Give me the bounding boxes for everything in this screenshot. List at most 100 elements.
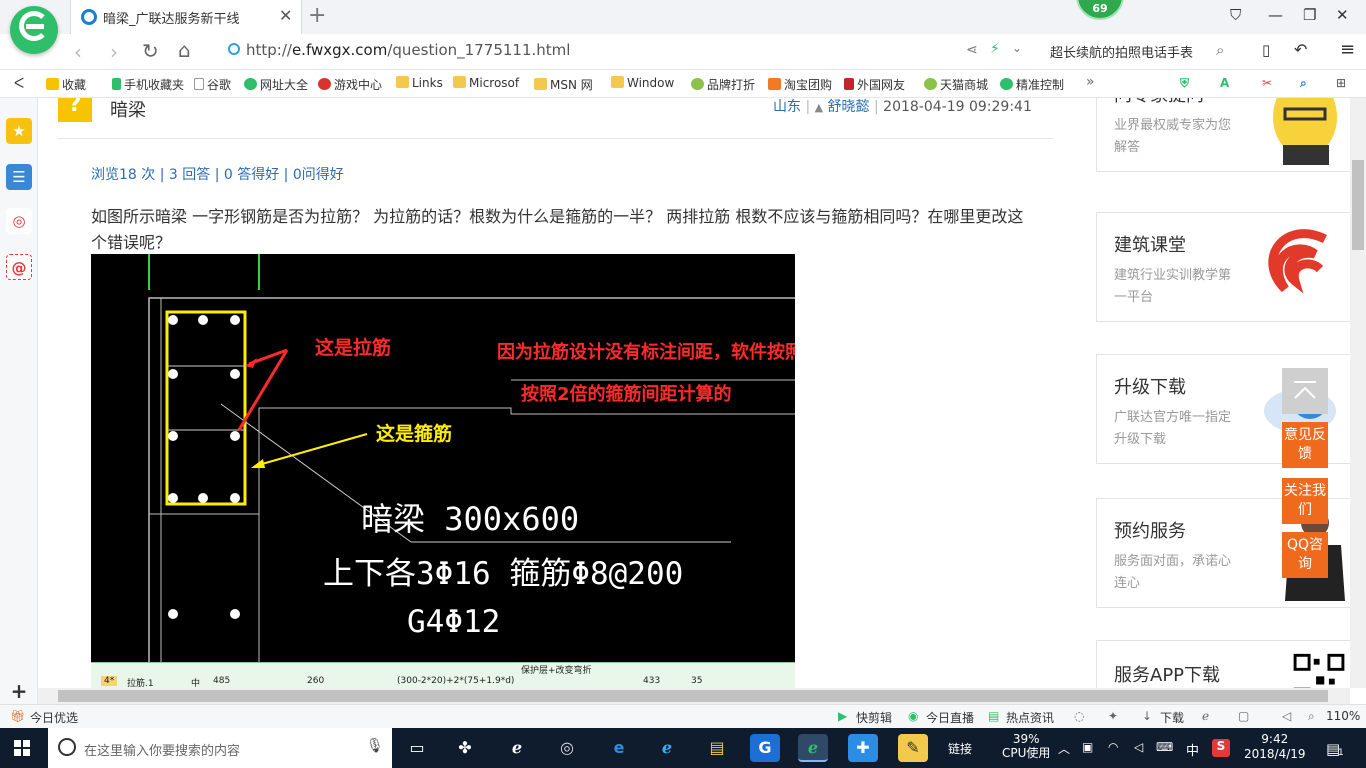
favorite-item[interactable]: 谷歌 — [194, 76, 231, 93]
url-field[interactable]: http://e.fwxgx.com/question_1775111.html — [246, 41, 570, 59]
minimize-icon[interactable]: — — [1268, 6, 1283, 24]
vertical-scrollbar-thumb[interactable] — [1352, 160, 1364, 250]
phone-icon[interactable]: ▯ — [1262, 41, 1270, 59]
status-news[interactable]: 热点资讯 — [1006, 709, 1054, 726]
favorite-item[interactable]: Links — [396, 76, 443, 90]
apps-icon[interactable]: ⊞ — [1336, 76, 1346, 90]
feedback-button[interactable]: 意见反馈 — [1282, 422, 1328, 468]
chevron-down-icon[interactable]: ⌄ — [1012, 41, 1022, 55]
favorite-item[interactable]: 外国网友 — [844, 76, 905, 93]
tool-icon[interactable]: ✦ — [1108, 709, 1118, 723]
volume-icon[interactable]: ◁ — [1282, 709, 1291, 723]
task-view-icon[interactable]: ▭ — [402, 734, 432, 762]
translate-icon[interactable]: A — [1220, 76, 1229, 90]
wifi-icon[interactable]: ◠ — [1108, 740, 1118, 754]
favorite-item[interactable]: 网址大全 — [244, 76, 308, 93]
mail-icon[interactable]: @ — [6, 254, 32, 280]
taskbar-search-input[interactable]: 在这里输入你要搜索的内容 🎙︎ — [48, 728, 392, 768]
zoom-level[interactable]: 110% — [1326, 709, 1360, 723]
refresh-icon[interactable]: ↻ — [142, 39, 159, 63]
status-daily-picks[interactable]: 今日优选 — [30, 709, 78, 726]
tray-expand-icon[interactable]: ︿ — [1058, 740, 1070, 757]
edge-icon[interactable]: e — [604, 734, 634, 762]
share-icon[interactable]: ⋖ — [966, 42, 978, 58]
glodon-app-icon[interactable]: G — [750, 734, 780, 762]
speed-icon[interactable]: ⚡ — [990, 41, 1000, 57]
card-title: 预约服务 — [1114, 521, 1186, 542]
favorite-item[interactable]: 手机收藏夹 — [112, 76, 184, 93]
card-classroom[interactable]: 建筑课堂 建筑行业实训教学第一平台 — [1096, 212, 1350, 322]
skin-icon[interactable]: ⛉ — [1230, 6, 1241, 24]
tray-app-icon[interactable]: ▣ — [1082, 740, 1093, 754]
qq-consult-button[interactable]: QQ咨询 — [1282, 532, 1328, 578]
window-icon[interactable]: ▢ — [1238, 709, 1249, 723]
cad-drawing-image[interactable]: 这是拉筋 这是箍筋 因为拉筋设计没有标注间距，软件按照平法的要求 按照2倍的箍筋… — [91, 254, 795, 662]
more-favorites-icon[interactable]: » — [1086, 74, 1095, 90]
link-toolbar[interactable]: 链接 — [948, 740, 972, 757]
favorite-item[interactable]: Window — [611, 76, 674, 90]
card-desc: 广联达官方唯一指定升级下载 — [1114, 410, 1232, 447]
ie-mode-icon[interactable]: ℯ — [1202, 709, 1209, 723]
swirl-app-icon[interactable]: ◎ — [552, 734, 582, 762]
sogou-icon[interactable]: S — [1212, 739, 1230, 757]
close-tab-icon[interactable]: ✕ — [279, 6, 292, 25]
follow-button[interactable]: 关注我们 — [1282, 478, 1328, 524]
scissors-icon[interactable]: ✂ — [1262, 76, 1272, 90]
table-cell: (300-2*20)+2*(75+1.9*d) — [397, 676, 515, 686]
favorite-item[interactable]: 淘宝团购 — [768, 76, 832, 93]
menu-icon[interactable]: ≡ — [1340, 39, 1355, 60]
cpu-monitor[interactable]: 39% CPU使用 — [1002, 732, 1050, 760]
zoom-icon[interactable]: ⌕ — [1308, 709, 1315, 724]
microphone-icon[interactable]: 🎙︎ — [366, 738, 384, 754]
notes-app-icon[interactable]: ✎ — [898, 734, 928, 762]
favorite-item[interactable]: 品牌打折 — [691, 76, 755, 93]
back-icon[interactable]: ‹ — [74, 40, 82, 64]
keyboard-icon[interactable]: ⌨ — [1156, 740, 1173, 754]
pinwheel-app-icon[interactable]: ✤ — [450, 734, 480, 762]
forward-icon[interactable]: › — [110, 40, 118, 64]
new-tab-icon[interactable]: + — [308, 3, 326, 28]
status-live[interactable]: 今日直播 — [926, 709, 974, 726]
ie-icon[interactable]: ℯ — [652, 734, 682, 762]
volume-icon[interactable]: ◁ — [1134, 740, 1143, 754]
ime-indicator[interactable]: 中 — [1186, 740, 1199, 759]
collapse-icon[interactable]: ᐸ — [14, 76, 24, 92]
list-icon[interactable]: ☰ — [6, 164, 32, 190]
add-icon[interactable]: + — [6, 678, 32, 704]
magnify-icon[interactable]: ⌕ — [1300, 76, 1307, 91]
weibo-icon[interactable]: ◎ — [6, 208, 32, 234]
file-explorer-icon[interactable]: ▤ — [702, 734, 732, 762]
search-input[interactable]: 超长续航的拍照电话手表 — [1050, 42, 1193, 61]
close-window-icon[interactable]: ✕ — [1336, 6, 1349, 24]
status-download[interactable]: 下载 — [1160, 709, 1184, 726]
clock[interactable]: 9:42 2018/4/19 — [1244, 732, 1306, 762]
home-icon[interactable]: ⌂ — [178, 38, 191, 62]
shield-icon[interactable]: ⛨ — [1180, 76, 1189, 91]
back-to-top-button[interactable] — [1282, 368, 1328, 414]
cad-note-line2: 按照2倍的箍筋间距计算的 — [521, 383, 732, 405]
speed-dial-icon[interactable]: ◌ — [1074, 709, 1084, 723]
card-app-download[interactable]: 服务APP下载 — [1096, 640, 1350, 688]
star-icon[interactable]: ★ — [6, 118, 32, 144]
favorite-item[interactable]: 天猫商城 — [924, 76, 988, 93]
e-browser-icon[interactable]: ℯ — [502, 734, 532, 762]
favorite-item[interactable]: MSN 网 — [534, 76, 593, 93]
favorite-item[interactable]: 游戏中心 — [318, 76, 382, 93]
author-link[interactable]: 舒晓懿 — [828, 99, 870, 115]
card-ask-expert[interactable]: 问专家提问 业界最权威专家为您解答 — [1096, 98, 1350, 172]
location-link[interactable]: 山东 — [773, 99, 801, 115]
browser-tab-active[interactable]: 暗梁_广联达服务新干线 ✕ — [70, 0, 302, 34]
network-app-icon[interactable]: ✚ — [848, 734, 878, 762]
windows-start-icon[interactable] — [14, 740, 30, 756]
table-cell: 433 — [643, 676, 661, 686]
browser-logo-icon[interactable] — [10, 6, 58, 54]
browser-360-icon[interactable]: ℯ — [798, 734, 828, 762]
status-clip[interactable]: 快剪辑 — [856, 709, 892, 726]
favorite-item[interactable]: 收藏 — [46, 76, 86, 93]
favorite-item[interactable]: Microsof — [453, 76, 519, 90]
undo-icon[interactable]: ↶ — [1294, 40, 1307, 59]
favorite-item[interactable]: 精准控制 — [1000, 76, 1064, 93]
restore-icon[interactable]: ❐ — [1303, 6, 1316, 24]
horizontal-scrollbar-thumb[interactable] — [58, 690, 1328, 702]
search-icon[interactable]: ⌕ — [1216, 41, 1224, 59]
